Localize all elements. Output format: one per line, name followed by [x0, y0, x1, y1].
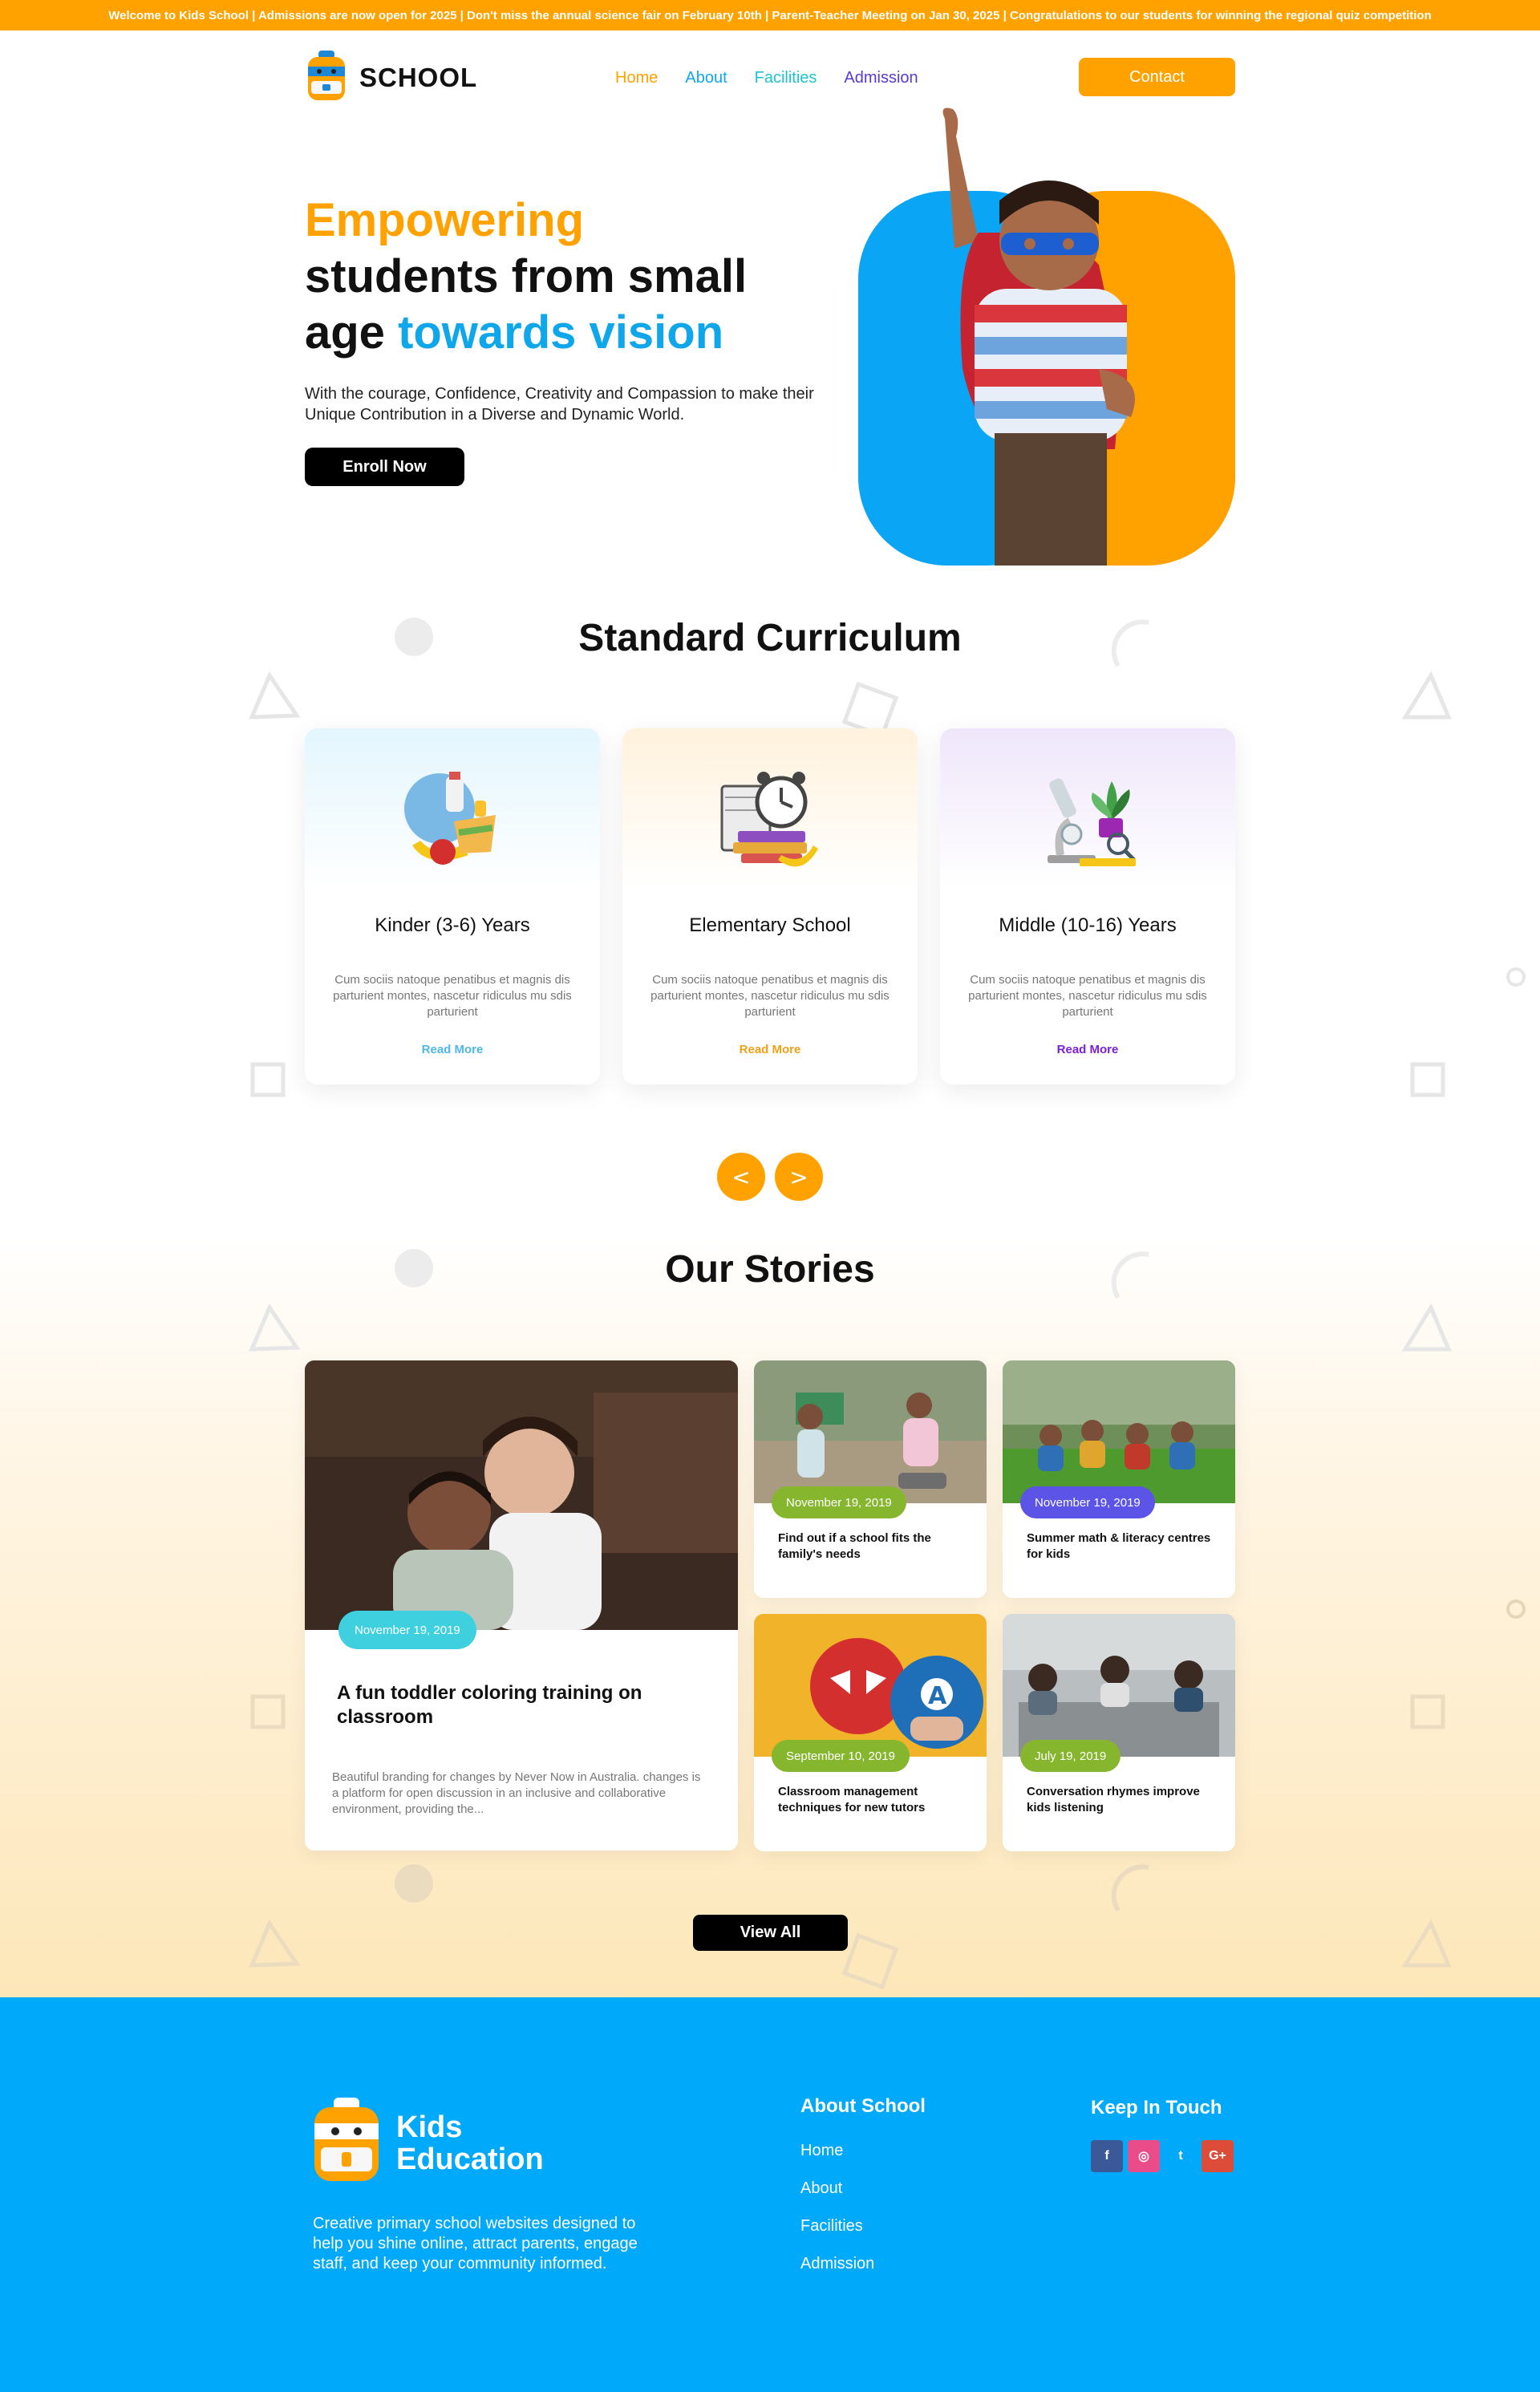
story-title: Classroom management techniques for new …	[778, 1785, 926, 1814]
story-image: A	[754, 1614, 987, 1757]
curriculum-cards: Kinder (3-6) Years Cum sociis natoque pe…	[305, 728, 1235, 1085]
google-plus-icon[interactable]: G+	[1202, 2140, 1234, 2172]
story-card[interactable]: A September 10, 2019 Classroom managemen…	[754, 1614, 987, 1851]
triangle-decoration	[1401, 671, 1452, 720]
footer-brand-name: Kids Education	[396, 2111, 544, 2175]
navbar: SCHOOL Home About Facilities Admission C…	[305, 50, 1235, 106]
backpack-logo-icon	[305, 50, 348, 106]
date-badge: November 19, 2019	[338, 1611, 476, 1649]
footer-description: Creative primary school websites designe…	[313, 2215, 638, 2272]
curriculum-card[interactable]: Kinder (3-6) Years Cum sociis natoque pe…	[305, 728, 600, 1085]
date-badge: July 19, 2019	[1020, 1740, 1121, 1772]
triangle-decoration	[1401, 1919, 1452, 1968]
hero-title-line3a: age	[305, 306, 399, 359]
card-text: Cum sociis natoque penatibus et magnis d…	[333, 973, 572, 1019]
card-title: Elementary School	[689, 914, 851, 936]
footer-link-facilities[interactable]: Facilities	[800, 2217, 874, 2236]
triangle-decoration	[1401, 1303, 1452, 1352]
triangle-decoration	[249, 671, 301, 720]
read-more-link[interactable]: Read More	[740, 1043, 801, 1056]
story-title: Conversation rhymes improve kids listeni…	[1027, 1785, 1200, 1814]
hero: Empowering students from small age towar…	[305, 193, 818, 486]
story-card[interactable]: November 19, 2019 Summer math & literacy…	[1003, 1360, 1235, 1598]
keep-in-touch-title: Keep In Touch	[1091, 2097, 1222, 2118]
footer-brand[interactable]: Kids Education	[311, 2098, 544, 2188]
nav-link-home[interactable]: Home	[615, 69, 658, 87]
story-image	[754, 1360, 987, 1503]
announcement-bar: Welcome to Kids School | Admissions are …	[0, 0, 1540, 30]
story-title: Summer math & literacy centres for kids	[1027, 1531, 1211, 1561]
card-title: Kinder (3-6) Years	[375, 914, 530, 936]
about-school-title: About School	[800, 2095, 926, 2117]
nav-links: Home About Facilities Admission	[615, 69, 918, 87]
hero-title-line2: students from small	[305, 250, 748, 302]
circle-decoration	[395, 1864, 433, 1903]
curriculum-title: Standard Curriculum	[578, 617, 962, 659]
social-links: f ◎ t G+	[1091, 2140, 1234, 2172]
hero-image	[858, 104, 1235, 566]
carousel-prev-button[interactable]: <	[717, 1153, 765, 1201]
carousel-controls: < >	[0, 1153, 1540, 1201]
contact-button[interactable]: Contact	[1079, 58, 1235, 96]
date-badge: November 19, 2019	[1020, 1486, 1155, 1518]
clock-books-icon	[714, 765, 826, 878]
nav-link-about[interactable]: About	[685, 69, 727, 87]
footer-brand-line2: Education	[396, 2142, 544, 2176]
brand-name: SCHOOL	[359, 63, 478, 92]
footer: Kids Education Creative primary school w…	[0, 1997, 1540, 2392]
date-badge: November 19, 2019	[772, 1486, 906, 1518]
story-excerpt: Beautiful branding for changes by Never …	[332, 1770, 701, 1816]
nav-link-facilities[interactable]: Facilities	[755, 69, 817, 87]
card-text: Cum sociis natoque penatibus et magnis d…	[650, 973, 890, 1019]
date-badge: September 10, 2019	[772, 1740, 910, 1772]
enroll-now-button[interactable]: Enroll Now	[305, 448, 464, 486]
ring-decoration	[1506, 967, 1526, 987]
announcement-text: Welcome to Kids School | Admissions are …	[108, 8, 1432, 22]
footer-link-home[interactable]: Home	[800, 2142, 874, 2160]
square-decoration	[1410, 1694, 1445, 1729]
square-decoration	[1410, 1062, 1445, 1097]
lunch-food-icon	[396, 765, 509, 878]
story-title: Find out if a school fits the family's n…	[778, 1531, 931, 1561]
featured-story-card[interactable]: November 19, 2019 A fun toddler coloring…	[305, 1360, 738, 1851]
story-card[interactable]: July 19, 2019 Conversation rhymes improv…	[1003, 1614, 1235, 1851]
svg-text:A: A	[928, 1682, 947, 1710]
microscope-plant-icon	[1031, 765, 1144, 878]
square-decoration	[250, 1062, 286, 1097]
footer-link-admission[interactable]: Admission	[800, 2255, 874, 2273]
hero-subtitle: With the courage, Confidence, Creativity…	[305, 385, 814, 424]
card-text: Cum sociis natoque penatibus et magnis d…	[968, 973, 1207, 1019]
card-title: Middle (10-16) Years	[999, 914, 1177, 936]
curriculum-card[interactable]: Elementary School Cum sociis natoque pen…	[622, 728, 918, 1085]
carousel-next-button[interactable]: >	[775, 1153, 823, 1201]
hero-title: Empowering students from small age towar…	[305, 193, 818, 361]
hero-title-line1: Empowering	[305, 194, 585, 246]
triangle-decoration	[249, 1919, 301, 1968]
footer-links: Home About Facilities Admission	[800, 2142, 874, 2273]
curriculum-card[interactable]: Middle (10-16) Years Cum sociis natoque …	[940, 728, 1235, 1085]
hero-title-line3b: towards vision	[398, 306, 724, 359]
story-card[interactable]: November 19, 2019 Find out if a school f…	[754, 1360, 987, 1598]
read-more-link[interactable]: Read More	[1057, 1043, 1119, 1056]
view-all-button[interactable]: View All	[693, 1915, 848, 1951]
featured-story-image	[305, 1360, 738, 1630]
dribbble-icon[interactable]: ◎	[1128, 2140, 1160, 2172]
triangle-decoration	[249, 1303, 301, 1352]
page: Welcome to Kids School | Admissions are …	[0, 0, 1540, 2392]
stories-title: Our Stories	[665, 1248, 875, 1291]
story-image	[1003, 1614, 1235, 1757]
read-more-link[interactable]: Read More	[422, 1043, 484, 1056]
twitter-icon[interactable]: t	[1165, 2140, 1197, 2172]
square-decoration	[250, 1694, 286, 1729]
backpack-logo-icon	[311, 2098, 382, 2188]
ring-decoration	[1506, 1599, 1526, 1619]
nav-link-admission[interactable]: Admission	[844, 69, 918, 87]
brand[interactable]: SCHOOL	[305, 50, 478, 106]
footer-brand-line1: Kids	[396, 2110, 463, 2144]
footer-link-about[interactable]: About	[800, 2179, 874, 2198]
facebook-icon[interactable]: f	[1091, 2140, 1123, 2172]
story-title: A fun toddler coloring training on class…	[337, 1682, 642, 1728]
arc-decoration	[1111, 1864, 1149, 1912]
story-image	[1003, 1360, 1235, 1503]
